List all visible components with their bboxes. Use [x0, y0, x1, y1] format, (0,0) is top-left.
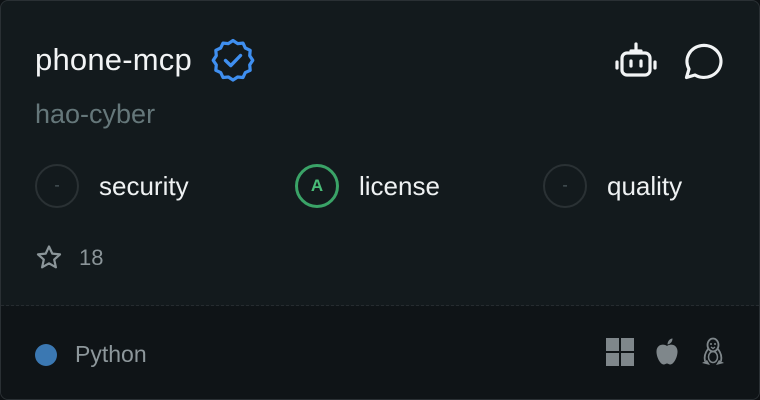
score-row: - security A license - quality: [35, 164, 735, 212]
platform-list: [605, 337, 727, 367]
language-color-dot: [35, 343, 57, 366]
linux-icon: [702, 337, 724, 365]
server-name[interactable]: phone-mcp: [35, 42, 192, 78]
license-grade-badge: A: [295, 164, 339, 208]
star-count[interactable]: 18: [35, 244, 103, 272]
chat-button[interactable]: [679, 39, 725, 85]
author-name[interactable]: hao-cyber: [35, 99, 155, 130]
card-actions: [613, 39, 725, 85]
license-label: license: [359, 170, 440, 201]
stars-value: 18: [79, 245, 104, 270]
server-card[interactable]: phone-mcp hao-cyber - security A license…: [0, 0, 760, 400]
language-name: Python: [75, 341, 147, 367]
apple-icon: [656, 338, 678, 365]
chat-bubble-icon: [684, 43, 723, 80]
robot-button[interactable]: [613, 39, 659, 85]
star-icon: [36, 245, 62, 269]
card-footer: Python: [1, 306, 759, 399]
quality-grade-badge: -: [543, 164, 587, 208]
language-tag: Python: [35, 341, 147, 368]
score-security[interactable]: - security: [35, 164, 189, 208]
robot-icon: [615, 42, 657, 77]
windows-icon: [606, 338, 634, 366]
title-row: phone-mcp: [35, 37, 256, 83]
quality-label: quality: [607, 170, 683, 201]
score-license[interactable]: A license: [295, 164, 440, 208]
security-label: security: [99, 170, 189, 201]
security-grade-badge: -: [35, 164, 79, 208]
score-quality[interactable]: - quality: [543, 164, 682, 208]
verified-badge-icon: [211, 38, 255, 82]
